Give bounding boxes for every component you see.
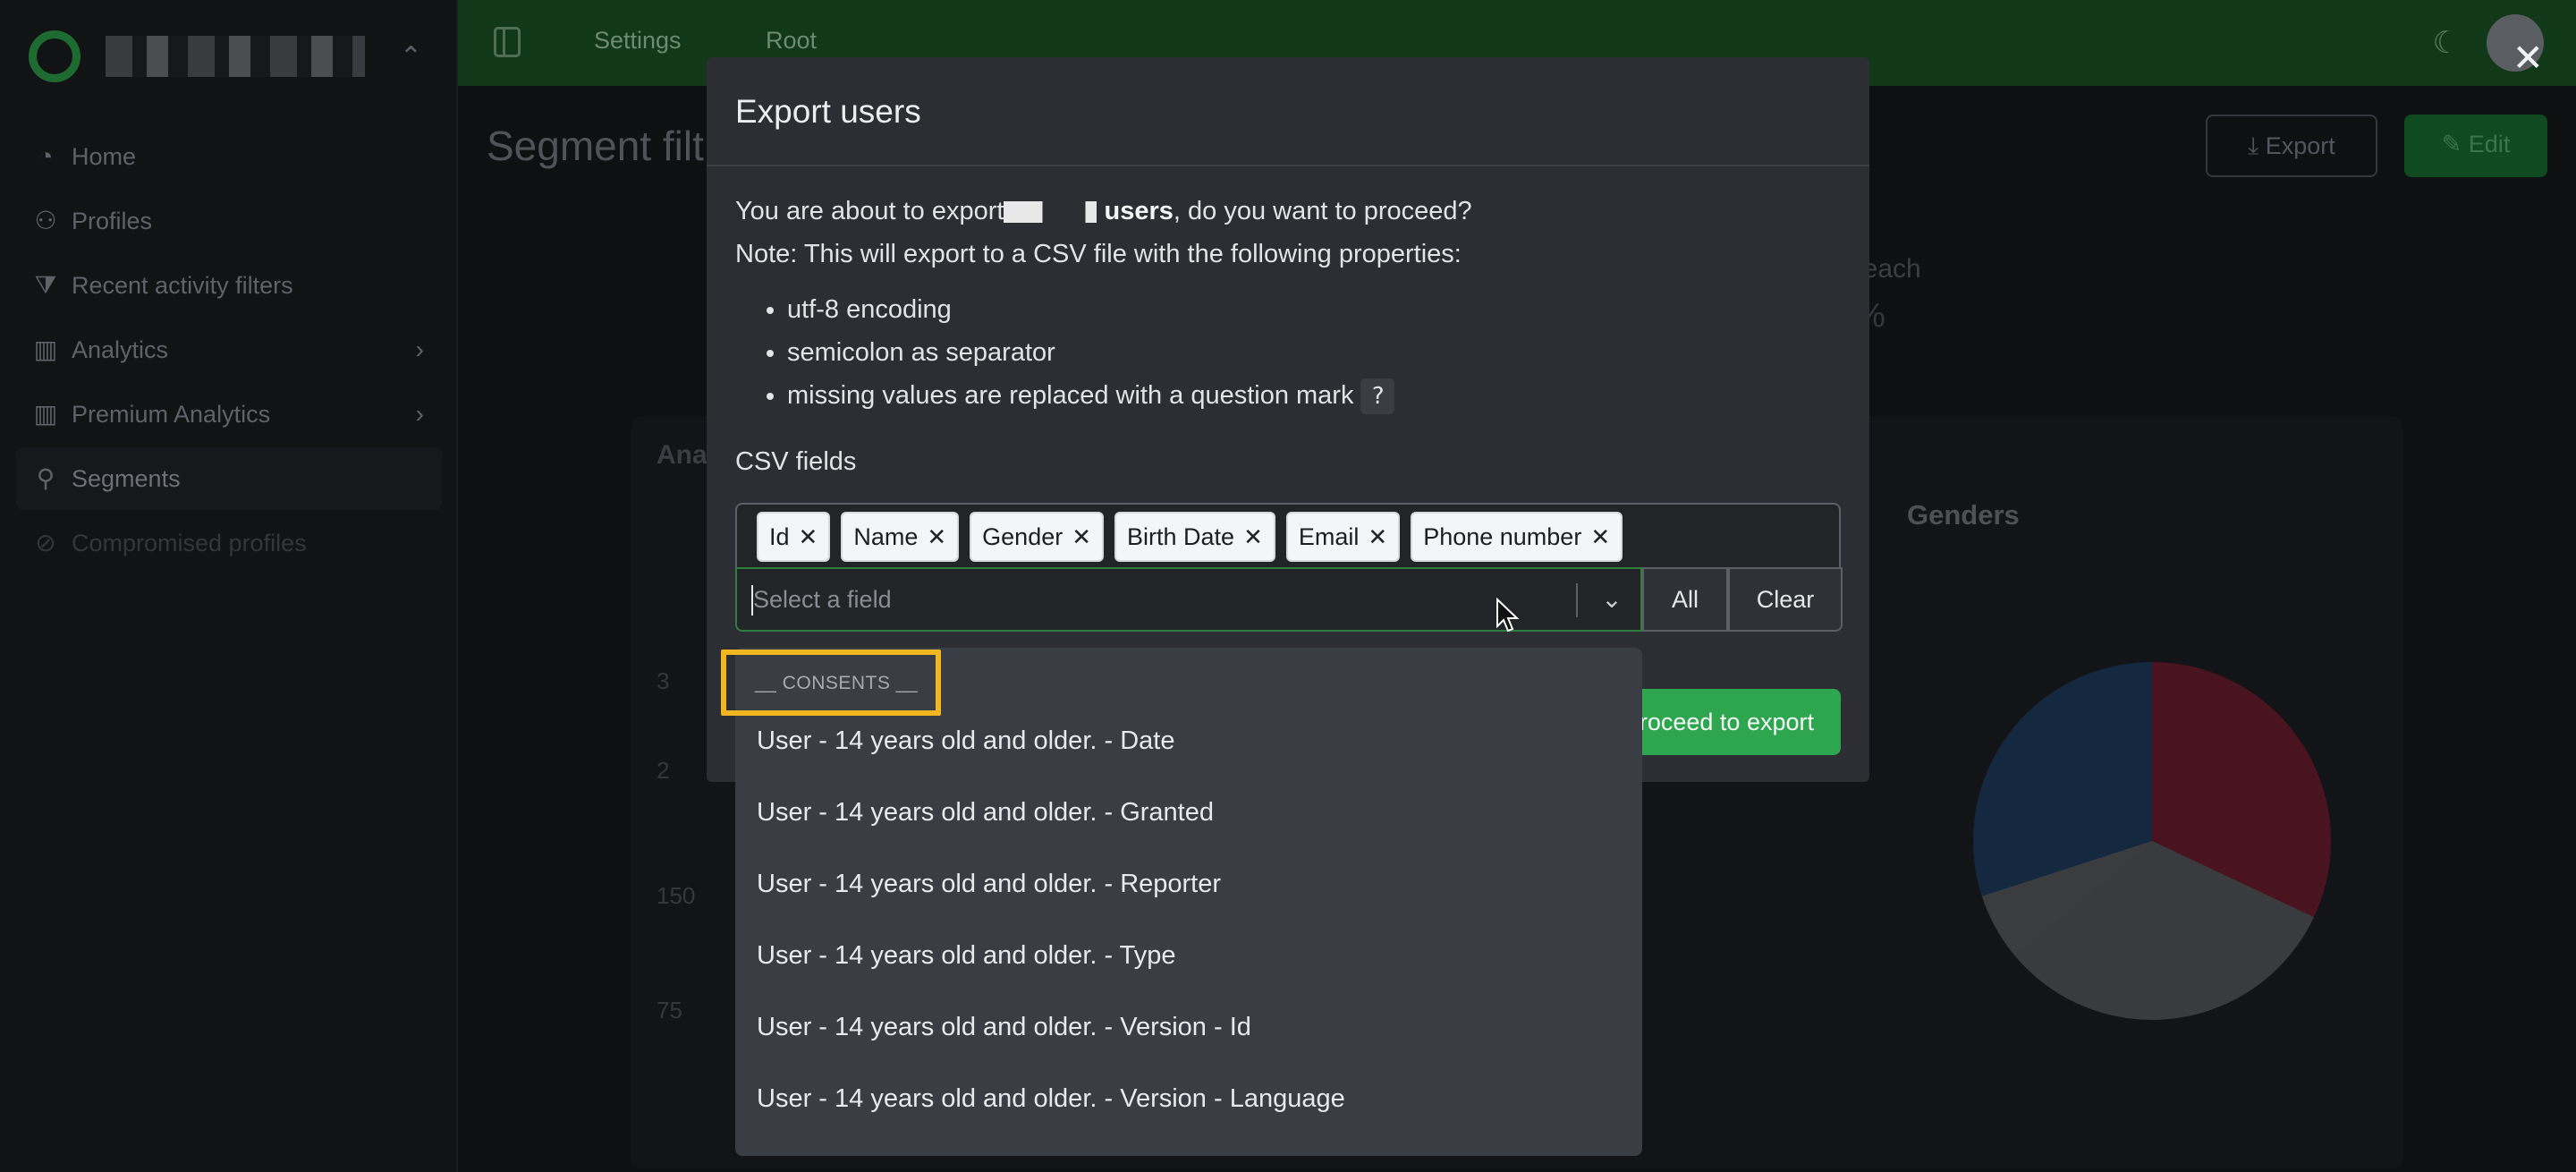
list-item: missing values are replaced with a quest…	[787, 374, 1841, 417]
list-item: semicolon as separator	[787, 331, 1841, 374]
chevron-down-icon[interactable]: ⌄	[1583, 569, 1640, 630]
tag-label: Email	[1298, 523, 1360, 550]
remove-tag-icon[interactable]: ✕	[1368, 523, 1387, 550]
intro-question: , do you want to proceed?	[1173, 197, 1472, 225]
modal-title: Export users	[707, 57, 1869, 166]
tag-email: Email ✕	[1285, 512, 1401, 562]
modal-body: You are about to export users, do you wa…	[735, 190, 1841, 483]
remove-tag-icon[interactable]: ✕	[1243, 523, 1263, 550]
select-placeholder: Select a field	[753, 586, 892, 613]
csv-fields-multiselect: Id ✕ Name ✕ Gender ✕ Birth Date ✕ Email ✕ Pho…	[735, 503, 1843, 632]
redacted-count	[1004, 201, 1097, 224]
export-intro: You are about to export users, do you wa…	[735, 190, 1841, 233]
close-icon[interactable]: ✕	[2512, 36, 2544, 80]
list-item-text: missing values are replaced with a quest…	[787, 381, 1354, 410]
divider	[1576, 583, 1578, 617]
option-group-header: __ CONSENTS __	[755, 673, 919, 693]
proceed-to-export-button[interactable]: Proceed to export	[1610, 689, 1841, 755]
export-note: Note: This will export to a CSV file wit…	[735, 240, 1462, 268]
dropdown-option[interactable]: User - 14 years old and older. - Reporte…	[735, 848, 1642, 920]
question-mark-code: ?	[1360, 378, 1395, 414]
remove-tag-icon[interactable]: ✕	[799, 523, 818, 550]
intro-text: You are about to export	[735, 197, 1004, 225]
field-options-dropdown: __ CONSENTS __ User - 14 years old and o…	[735, 648, 1642, 1156]
tag-phone-number: Phone number ✕	[1411, 512, 1623, 562]
intro-users: users	[1104, 197, 1174, 225]
tag-label: Id	[769, 523, 790, 550]
field-select-row: Select a field ⌄ All Clear	[735, 567, 1843, 632]
dropdown-option[interactable]: User - 14 years old and older. - Granted	[735, 777, 1642, 848]
selected-tags: Id ✕ Name ✕ Gender ✕ Birth Date ✕ Email ✕ Pho…	[757, 512, 1633, 562]
tag-birth-date: Birth Date ✕	[1114, 512, 1275, 562]
dropdown-option[interactable]: User - 14 years old and older. - Version…	[735, 1063, 1642, 1134]
list-item: utf-8 encoding	[787, 288, 1841, 331]
tag-name: Name ✕	[841, 512, 960, 562]
tag-id: Id ✕	[757, 512, 831, 562]
mouse-cursor-icon	[1496, 598, 1520, 633]
remove-tag-icon[interactable]: ✕	[1072, 523, 1091, 550]
dropdown-option[interactable]: User - 14 years old and older. - Type	[735, 920, 1642, 991]
dropdown-option[interactable]: User - 14 years old and older. - Version…	[735, 991, 1642, 1063]
tag-label: Birth Date	[1127, 523, 1235, 550]
clear-button[interactable]: Clear	[1728, 567, 1843, 632]
csv-fields-label: CSV fields	[735, 447, 857, 476]
tag-gender: Gender ✕	[970, 512, 1105, 562]
select-all-button[interactable]: All	[1642, 567, 1728, 632]
remove-tag-icon[interactable]: ✕	[927, 523, 946, 550]
property-list: utf-8 encoding semicolon as separator mi…	[735, 288, 1841, 417]
tag-label: Gender	[982, 523, 1063, 550]
remove-tag-icon[interactable]: ✕	[1590, 523, 1610, 550]
text-caret	[751, 585, 753, 616]
tag-label: Phone number	[1423, 523, 1582, 550]
dropdown-option[interactable]: User - 14 years old and older. - Date	[735, 705, 1642, 777]
tag-label: Name	[853, 523, 919, 550]
